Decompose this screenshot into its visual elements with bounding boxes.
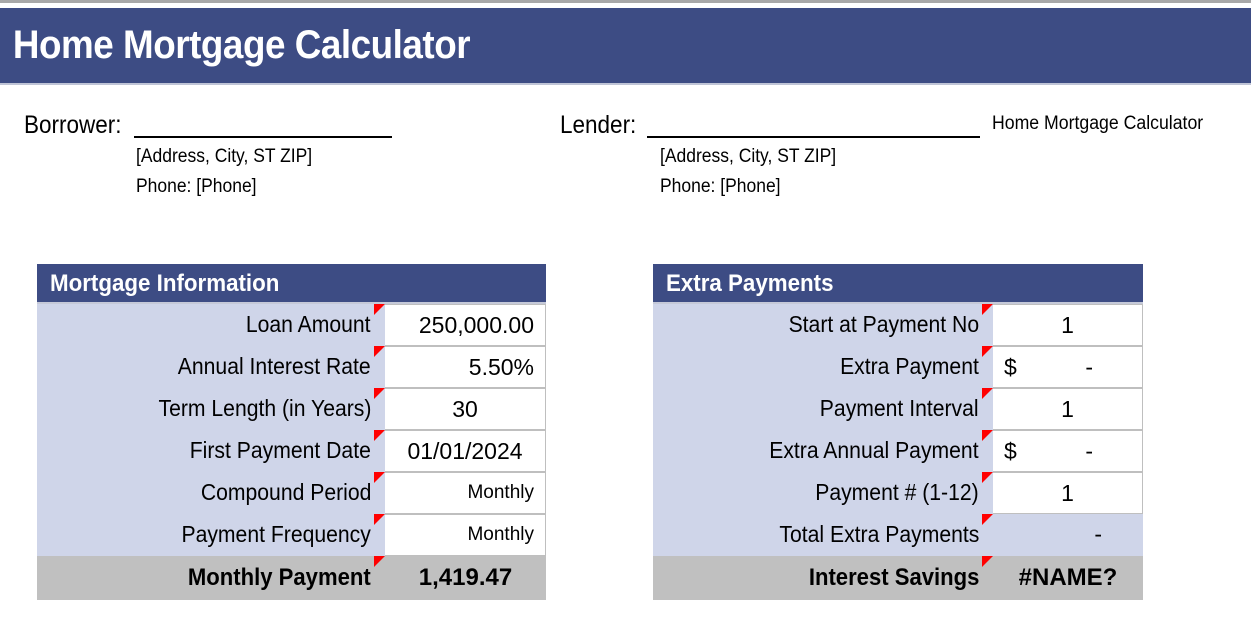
- mortgage-information-rows: Loan Amount 250,000.00 Annual Interest Rat…: [37, 304, 546, 556]
- row-value-input[interactable]: 01/01/2024: [385, 430, 546, 472]
- row-label-cell: Payment Interval: [653, 388, 993, 430]
- row-label: Extra Annual Payment: [769, 437, 979, 463]
- page-title: Home Mortgage Calculator: [12, 23, 471, 67]
- extra-payments-rows: Start at Payment No 1 Extra Payment $ - Payme…: [653, 304, 1143, 556]
- lender-phone[interactable]: Phone: [Phone]: [660, 177, 954, 196]
- row-value-readonly: -: [993, 514, 1143, 556]
- row-label: Loan Amount: [246, 311, 371, 337]
- borrower-phone[interactable]: Phone: [Phone]: [136, 177, 372, 196]
- comment-marker-red-icon: [982, 556, 993, 567]
- row-label-cell: Payment # (1-12): [653, 472, 993, 514]
- row-label-cell: Compound Period: [37, 472, 385, 514]
- currency-symbol: $: [1004, 353, 1017, 380]
- page-title-banner: Home Mortgage Calculator: [0, 8, 1251, 85]
- comment-marker-red-icon: [374, 514, 385, 525]
- mortgage-information-header: Mortgage Information: [37, 264, 546, 304]
- table-row: Payment Interval 1: [653, 388, 1143, 430]
- borrower-address[interactable]: [Address, City, ST ZIP]: [136, 147, 372, 166]
- row-value-input[interactable]: 250,000.00: [385, 304, 546, 346]
- row-label: Extra Payment: [840, 353, 979, 379]
- row-label: Total Extra Payments: [779, 521, 979, 547]
- borrower-block: Borrower: [Address, City, ST ZIP] Phone:…: [24, 104, 393, 196]
- lender-address[interactable]: [Address, City, ST ZIP]: [660, 147, 954, 166]
- interest-savings-row: Interest Savings #NAME?: [653, 556, 1143, 600]
- row-label: Start at Payment No: [788, 311, 979, 337]
- table-row: Annual Interest Rate 5.50%: [37, 346, 546, 388]
- comment-marker-red-icon: [374, 346, 385, 357]
- table-row: Extra Annual Payment $ -: [653, 430, 1143, 472]
- extra-payments-header: Extra Payments: [653, 264, 1143, 304]
- row-label-cell: Term Length (in Years): [37, 388, 385, 430]
- comment-marker-red-icon: [982, 430, 993, 441]
- comment-marker-red-icon: [374, 304, 385, 315]
- row-label-cell: Extra Annual Payment: [653, 430, 993, 472]
- row-value-input[interactable]: 30: [385, 388, 546, 430]
- comment-marker-red-icon: [982, 304, 993, 315]
- row-label-cell: Extra Payment: [653, 346, 993, 388]
- extra-payments-title: Extra Payments: [666, 270, 834, 297]
- document-name-label: Home Mortgage Calculator: [992, 113, 1204, 134]
- borrower-name-input[interactable]: [134, 106, 393, 138]
- lender-block: Lender: [Address, City, ST ZIP] Phone: […: [560, 104, 980, 196]
- row-label: Annual Interest Rate: [178, 353, 371, 379]
- borrower-name-row: Borrower:: [24, 104, 393, 139]
- monthly-payment-value: 1,419.47: [385, 556, 546, 600]
- extra-payments-table: Extra Payments Start at Payment No 1 Extra…: [653, 264, 1143, 600]
- comment-marker-red-icon: [374, 388, 385, 399]
- row-label: First Payment Date: [189, 437, 371, 463]
- row-label: Compound Period: [200, 479, 371, 505]
- row-value: -: [1085, 353, 1093, 380]
- row-value-input[interactable]: Monthly: [385, 514, 546, 556]
- table-row: Loan Amount 250,000.00: [37, 304, 546, 346]
- comment-marker-red-icon: [982, 346, 993, 357]
- row-value-input[interactable]: 1: [993, 304, 1143, 346]
- row-value-input[interactable]: 1: [993, 388, 1143, 430]
- lender-name-input[interactable]: [646, 106, 980, 138]
- row-label-cell: First Payment Date: [37, 430, 385, 472]
- row-label: Payment Frequency: [181, 521, 371, 547]
- comment-marker-red-icon: [374, 556, 385, 567]
- comment-marker-red-icon: [374, 430, 385, 441]
- monthly-payment-label: Monthly Payment: [188, 564, 371, 591]
- lender-name-row: Lender:: [560, 104, 980, 138]
- monthly-payment-row: Monthly Payment 1,419.47: [37, 556, 546, 600]
- row-label-cell: Annual Interest Rate: [37, 346, 385, 388]
- monthly-payment-label-cell: Monthly Payment: [37, 556, 385, 600]
- comment-marker-red-icon: [982, 472, 993, 483]
- row-label-cell: Total Extra Payments: [653, 514, 993, 556]
- table-row: Payment Frequency Monthly: [37, 514, 546, 556]
- table-row: Term Length (in Years) 30: [37, 388, 546, 430]
- borrower-label: Borrower:: [24, 111, 122, 139]
- interest-savings-label-cell: Interest Savings: [653, 556, 1005, 600]
- row-value-input[interactable]: $ -: [993, 430, 1143, 472]
- comment-marker-red-icon: [374, 472, 385, 483]
- comment-marker-red-icon: [982, 388, 993, 399]
- row-label-cell: Payment Frequency: [37, 514, 385, 556]
- currency-symbol: $: [1004, 437, 1017, 464]
- row-value-input[interactable]: $ -: [993, 346, 1143, 388]
- row-value-input[interactable]: Monthly: [385, 472, 546, 514]
- row-label: Payment Interval: [820, 395, 979, 421]
- table-row: Extra Payment $ -: [653, 346, 1143, 388]
- row-label: Payment # (1-12): [815, 479, 979, 505]
- mortgage-information-title: Mortgage Information: [50, 270, 280, 297]
- table-row: Start at Payment No 1: [653, 304, 1143, 346]
- row-value: -: [1085, 437, 1093, 464]
- table-row: First Payment Date 01/01/2024: [37, 430, 546, 472]
- row-value-input[interactable]: 5.50%: [385, 346, 546, 388]
- mortgage-information-table: Mortgage Information Loan Amount 250,000.…: [37, 264, 546, 600]
- row-value-input[interactable]: 1: [993, 472, 1143, 514]
- table-row: Total Extra Payments -: [653, 514, 1143, 556]
- row-label: Term Length (in Years): [158, 395, 371, 421]
- table-row: Compound Period Monthly: [37, 472, 546, 514]
- row-label-cell: Start at Payment No: [653, 304, 993, 346]
- lender-label: Lender:: [560, 111, 637, 139]
- row-label-cell: Loan Amount: [37, 304, 385, 346]
- comment-marker-red-icon: [982, 514, 993, 525]
- interest-savings-label: Interest Savings: [808, 564, 979, 591]
- table-row: Payment # (1-12) 1: [653, 472, 1143, 514]
- interest-savings-value: #NAME?: [993, 556, 1143, 600]
